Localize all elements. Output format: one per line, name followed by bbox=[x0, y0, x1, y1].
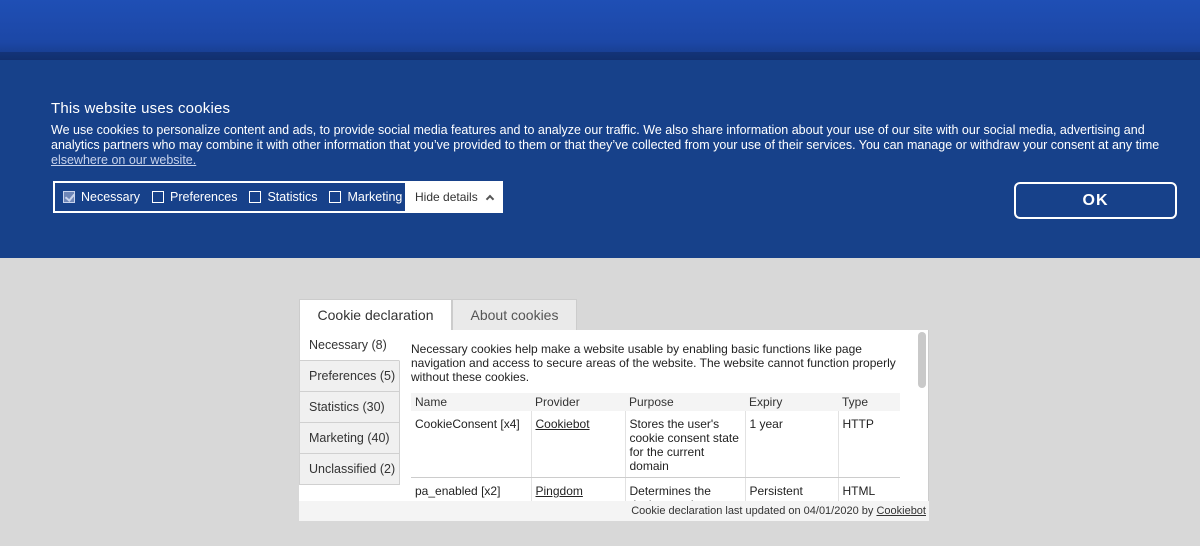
column-header: Provider bbox=[531, 393, 625, 411]
tab-about-cookies[interactable]: About cookies bbox=[452, 299, 577, 330]
category-description: Necessary cookies help make a website us… bbox=[411, 342, 896, 384]
consent-choices: Necessary Preferences Statistics Marketi… bbox=[53, 181, 503, 213]
cookie-expiry: 1 year bbox=[745, 411, 839, 478]
tab-cookie-declaration[interactable]: Cookie declaration bbox=[299, 299, 452, 330]
checkbox-preferences[interactable]: Preferences bbox=[152, 190, 237, 204]
cookiebot-link[interactable]: Cookiebot bbox=[876, 505, 926, 517]
footer-text: Cookie declaration last updated on 04/01… bbox=[631, 505, 874, 517]
checkbox-necessary[interactable]: Necessary bbox=[63, 190, 140, 204]
ok-button[interactable]: OK bbox=[1014, 182, 1177, 219]
category-necessary[interactable]: Necessary (8) bbox=[299, 330, 400, 361]
checkbox-unchecked-icon bbox=[152, 191, 165, 203]
checkbox-label: Statistics bbox=[267, 190, 318, 204]
category-statistics[interactable]: Statistics (30) bbox=[299, 392, 400, 423]
cookie-purpose: Stores the user's cookie consent state f… bbox=[625, 411, 746, 478]
column-header: Type bbox=[838, 393, 900, 411]
column-header: Name bbox=[411, 393, 531, 411]
cookie-table: Name Provider Purpose Expiry Type Cookie… bbox=[411, 393, 900, 501]
declaration-body: Necessary (8) Preferences (5) Statistics… bbox=[299, 330, 929, 501]
details-tabs: Cookie declaration About cookies bbox=[299, 299, 577, 330]
declaration-footer: Cookie declaration last updated on 04/01… bbox=[299, 501, 929, 521]
cookie-name: CookieConsent [x4] bbox=[411, 411, 532, 478]
hide-details-label: Hide details bbox=[415, 190, 478, 204]
category-list: Necessary (8) Preferences (5) Statistics… bbox=[299, 330, 400, 485]
checkbox-checked-icon bbox=[63, 191, 75, 203]
checkbox-label: Marketing bbox=[347, 190, 403, 204]
table-row: CookieConsent [x4] Cookiebot Stores the … bbox=[411, 411, 900, 478]
site-header-background bbox=[0, 0, 1200, 60]
cookie-details-panel: Cookie declaration About cookies Necessa… bbox=[299, 299, 929, 521]
cookie-name: pa_enabled [x2] bbox=[411, 477, 532, 501]
table-row: pa_enabled [x2] Pingdom Determines the d… bbox=[411, 477, 900, 501]
banner-text: We use cookies to personalize content an… bbox=[51, 123, 1160, 152]
category-unclassified[interactable]: Unclassified (2) bbox=[299, 454, 400, 485]
cookie-type: HTML bbox=[838, 477, 900, 501]
table-header-row: Name Provider Purpose Expiry Type bbox=[411, 393, 900, 411]
cookie-expiry: Persistent bbox=[745, 477, 839, 501]
chevron-up-icon bbox=[485, 194, 495, 204]
cookie-banner: This website uses cookies We use cookies… bbox=[0, 60, 1200, 258]
hide-details-button[interactable]: Hide details bbox=[405, 183, 501, 211]
column-header: Purpose bbox=[625, 393, 745, 411]
checkbox-statistics[interactable]: Statistics bbox=[249, 190, 317, 204]
checkbox-unchecked-icon bbox=[249, 191, 262, 203]
category-content: Necessary cookies help make a website us… bbox=[411, 342, 911, 501]
cookie-type: HTTP bbox=[838, 411, 900, 478]
checkbox-unchecked-icon bbox=[329, 191, 342, 203]
checkbox-label: Preferences bbox=[170, 190, 238, 204]
provider-link[interactable]: Cookiebot bbox=[536, 417, 590, 431]
category-preferences[interactable]: Preferences (5) bbox=[299, 361, 400, 392]
checkbox-label: Necessary bbox=[81, 190, 141, 204]
cookie-purpose: Determines the device used to bbox=[625, 477, 746, 501]
checkbox-marketing[interactable]: Marketing bbox=[329, 190, 402, 204]
banner-title: This website uses cookies bbox=[51, 100, 231, 117]
column-header: Expiry bbox=[745, 393, 838, 411]
manage-consent-link[interactable]: elsewhere on our website. bbox=[51, 153, 196, 167]
category-marketing[interactable]: Marketing (40) bbox=[299, 423, 400, 454]
provider-link[interactable]: Pingdom bbox=[536, 484, 583, 498]
scrollbar-thumb[interactable] bbox=[918, 332, 926, 388]
